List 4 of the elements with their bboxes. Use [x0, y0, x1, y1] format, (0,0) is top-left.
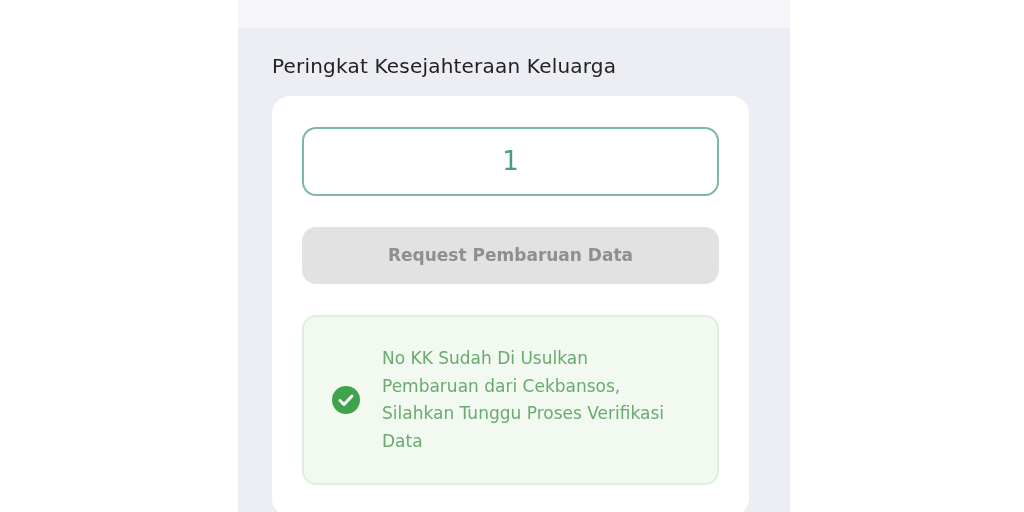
section-title: Peringkat Kesejahteraan Keluarga	[272, 54, 618, 78]
rank-field[interactable]: 1	[302, 127, 719, 196]
check-circle-icon	[332, 386, 360, 414]
notice-text: No KK Sudah Di Usulkan Pembaruan dari Cekbansos, Silahkan Tunggu Proses Verifikasi Data	[382, 347, 665, 453]
